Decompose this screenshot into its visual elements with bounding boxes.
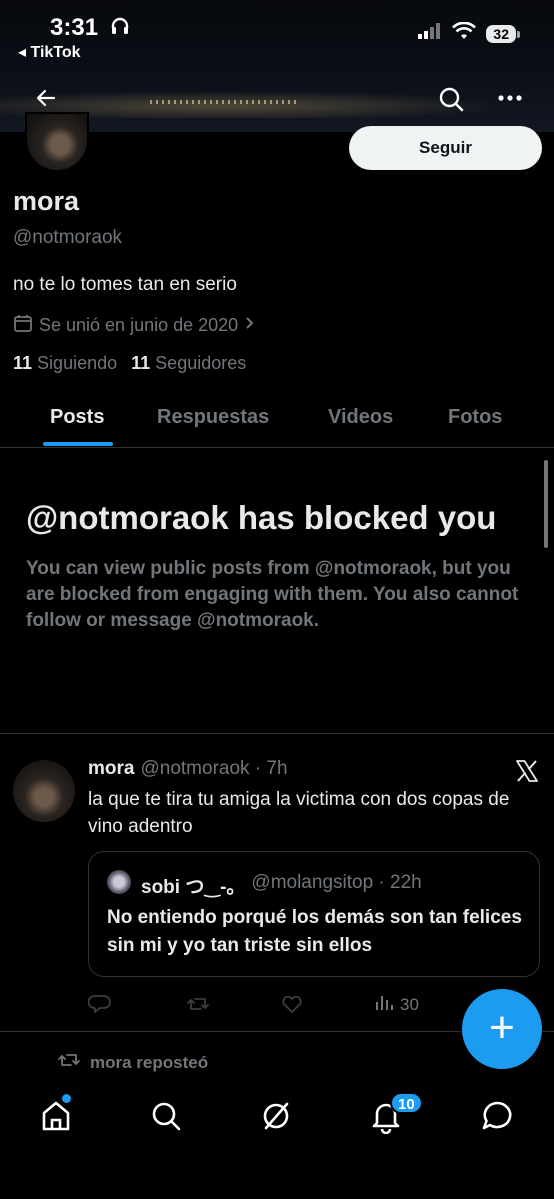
followers-link[interactable]: 11 Seguidores — [131, 353, 246, 374]
following-label: Siguiendo — [37, 353, 118, 373]
following-count: 11 — [13, 353, 33, 373]
repost-icon — [58, 1050, 80, 1075]
quoted-meta: @molangsitop · 22h — [251, 872, 422, 893]
like-icon[interactable] — [280, 992, 304, 1016]
quoted-post[interactable]: sobi つ‿-。 @molangsitop · 22h No entiendo… — [88, 851, 540, 977]
views-counter[interactable]: 30 — [374, 992, 419, 1017]
repost-indicator: mora reposteó — [58, 1050, 208, 1075]
back-to-app-link[interactable]: ◂ TikTok — [18, 42, 81, 62]
quoted-header: sobi つ‿-。 @molangsitop · 22h — [141, 872, 422, 899]
grok-icon[interactable] — [258, 1098, 294, 1134]
profile-avatar[interactable] — [25, 112, 89, 172]
more-options-icon[interactable] — [496, 90, 524, 106]
post-header: mora @notmoraok · 7h — [88, 758, 288, 780]
blocked-notice: @notmoraok has blocked you You can view … — [26, 496, 526, 634]
post-avatar[interactable] — [13, 760, 75, 822]
post-meta: @notmoraok · 7h — [140, 758, 288, 779]
views-icon — [374, 992, 394, 1017]
post-text: la que te tira tu amiga la victima con d… — [88, 789, 510, 837]
notifications-badge: 10 — [390, 1092, 423, 1114]
profile-tabs: Posts Respuestas Videos Fotos — [0, 392, 554, 448]
quoted-text: No entiendo porqué los demás son tan fel… — [107, 907, 522, 956]
post[interactable]: mora @notmoraok · 7h la que te tira tu a… — [0, 734, 554, 1032]
profile-name: mora — [13, 186, 80, 216]
repost-icon[interactable] — [186, 992, 210, 1016]
x-logo-icon — [514, 758, 540, 784]
follow-button[interactable]: Seguir — [349, 126, 542, 170]
battery-indicator: 32 — [486, 24, 520, 43]
repost-label: mora reposteó — [90, 1052, 209, 1072]
search-icon[interactable] — [438, 86, 464, 112]
profile-handle: @notmoraok — [13, 227, 123, 248]
chevron-right-icon — [244, 315, 256, 336]
post-author[interactable]: mora — [88, 758, 134, 780]
status-right: 32 — [418, 21, 520, 45]
followers-count: 11 — [131, 353, 151, 373]
signal-icon — [418, 23, 442, 44]
joined-date[interactable]: Se unió en junio de 2020 — [13, 313, 256, 338]
follow-counts: 11 Siguiendo 11 Seguidores — [13, 353, 246, 374]
status-time: 3:31 — [50, 14, 99, 41]
quoted-avatar — [107, 870, 131, 894]
tab-respuestas[interactable]: Respuestas — [157, 406, 269, 429]
status-bar: 3:31 32 — [0, 10, 554, 50]
explore-search-icon[interactable] — [148, 1098, 184, 1134]
joined-date-text: Se unió en junio de 2020 — [39, 315, 239, 335]
followers-label: Seguidores — [155, 353, 247, 373]
tab-fotos[interactable]: Fotos — [448, 406, 502, 429]
reply-icon[interactable] — [87, 992, 112, 1016]
blocked-title: @notmoraok has blocked you — [26, 499, 497, 536]
following-link[interactable]: 11 Siguiendo — [13, 353, 117, 374]
home-notification-dot — [62, 1094, 71, 1103]
profile-bio: no te lo tomes tan en serio — [13, 274, 237, 295]
tab-videos[interactable]: Videos — [328, 406, 393, 429]
headphones-icon — [110, 16, 130, 41]
compose-button[interactable]: + — [462, 989, 542, 1069]
banner-lights — [150, 100, 300, 104]
active-tab-indicator — [43, 442, 113, 446]
quoted-author: sobi つ‿-。 — [141, 877, 246, 898]
plus-icon: + — [489, 1003, 515, 1052]
back-arrow-icon[interactable] — [34, 86, 58, 110]
scrollbar[interactable] — [544, 460, 548, 548]
messages-icon[interactable] — [479, 1098, 515, 1134]
tab-posts[interactable]: Posts — [50, 406, 104, 429]
blocked-body: You can view public posts from @notmorao… — [26, 558, 519, 631]
views-count: 30 — [400, 994, 419, 1014]
bottom-nav: 10 — [0, 1080, 554, 1199]
wifi-icon — [452, 21, 477, 45]
home-icon[interactable] — [38, 1098, 74, 1134]
calendar-icon — [13, 313, 33, 338]
